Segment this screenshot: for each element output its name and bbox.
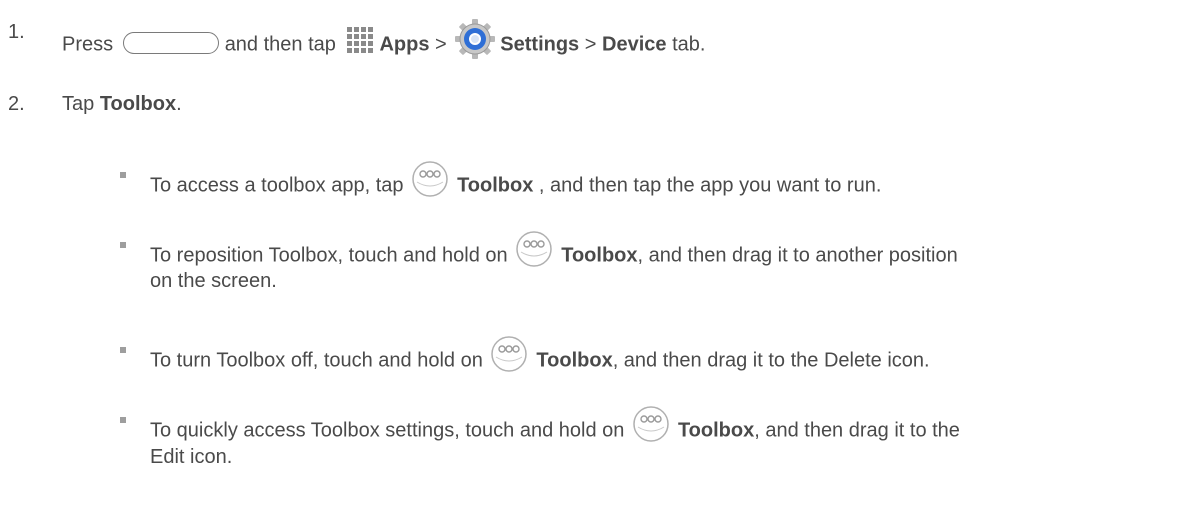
bullet-text: To access a toolbox app, tap Toolbox , a… [150, 160, 1168, 212]
period: . [176, 93, 182, 115]
bullet-marker [120, 242, 126, 248]
home-key-icon [122, 32, 219, 54]
step-number: 2. [8, 93, 25, 115]
bullet-text-after: , and then tap the app you want to run. [538, 174, 882, 197]
separator: > [435, 33, 447, 56]
toolbox-label: Toolbox [677, 419, 755, 442]
settings-label: Settings [500, 33, 580, 56]
press-text: Press [62, 33, 114, 56]
tab-text: tab. [672, 33, 706, 56]
bullet-text-after: , and then drag it to another position [637, 244, 958, 267]
toolbox-icon [491, 336, 528, 372]
apps-grid-icon [347, 27, 374, 53]
bullet-text-line2: Edit icon. [150, 446, 233, 468]
toolbox-label: Toolbox [99, 93, 177, 115]
toolbox-label: Toolbox [536, 349, 613, 372]
toolbox-icon [516, 231, 552, 267]
bullet-marker [120, 417, 126, 423]
bullet-text-before: To reposition Toolbox, touch and hold on [150, 244, 508, 267]
step-text: Tap Toolbox. [62, 90, 182, 118]
bullet-marker [120, 172, 126, 178]
step-text: Press and then tap Apps > Settings > Dev… [62, 18, 705, 72]
toolbox-icon [412, 161, 448, 197]
toolbox-label: Toolbox [561, 244, 638, 267]
bullet-text-before: To quickly access Toolbox settings, touc… [150, 419, 625, 442]
bullet-text: To turn Toolbox off, touch and hold on T… [150, 335, 1168, 387]
step-number: 1. [8, 21, 25, 43]
bullet-text-after: , and then drag it to the [754, 419, 960, 442]
device-label: Device [602, 33, 667, 56]
bullet-text-line2: on the screen. [150, 270, 277, 292]
apps-label: Apps [379, 33, 430, 56]
settings-gear-icon [455, 19, 496, 59]
bullet-text-before: To access a toolbox app, tap [150, 174, 404, 197]
toolbox-icon [633, 406, 669, 442]
then-tap-text: and then tap [224, 33, 336, 56]
toolbox-label: Toolbox [457, 174, 534, 197]
tap-text: Tap [62, 93, 95, 115]
bullet-text-before: To turn Toolbox off, touch and hold on [150, 349, 483, 372]
separator: > [584, 33, 597, 56]
bullet-text-after: , and then drag it to the Delete icon. [612, 349, 930, 372]
bullet-marker [120, 347, 126, 353]
